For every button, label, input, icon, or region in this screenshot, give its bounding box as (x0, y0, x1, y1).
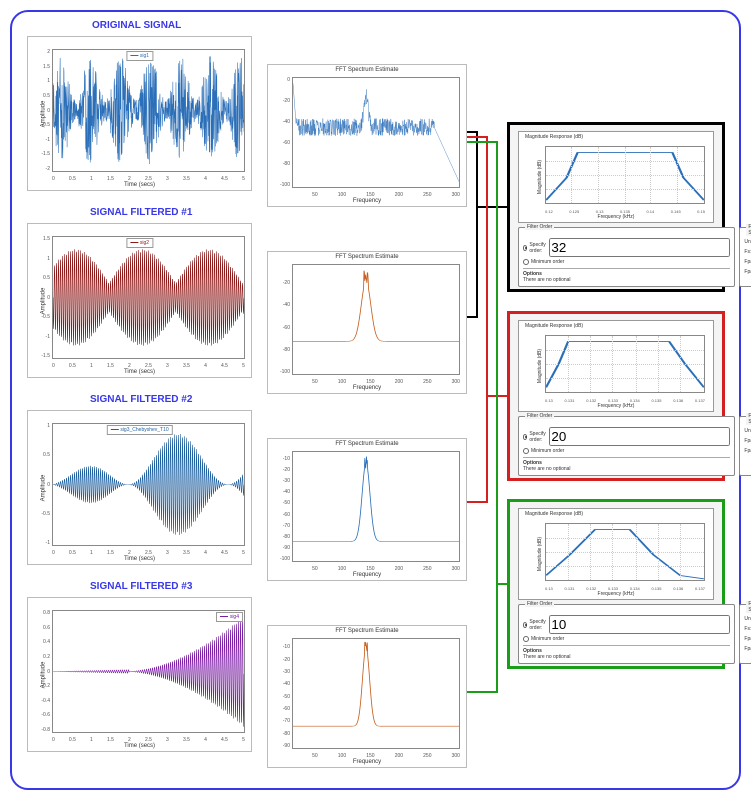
legend-filtered3: sig4 (216, 612, 243, 622)
time-plot-filtered3: sig4 Time (secs) Amplitude 00.511.522.53… (27, 597, 252, 752)
time-plot-filtered2: sig3_Chebyshev_T10 Time (secs) Amplitude… (27, 410, 252, 565)
xticks: 00.511.522.533.544.55 (52, 176, 245, 182)
title-original: ORIGINAL SIGNAL (92, 20, 181, 31)
fft-original (293, 78, 459, 187)
xlabel: Frequency (268, 198, 466, 204)
order-input[interactable] (549, 615, 730, 634)
radio-specify-order[interactable] (523, 245, 527, 251)
freq-spec-box: Frequency Specifications Units:Hz Fs: Fp… (739, 227, 751, 287)
radio-specify-order[interactable] (523, 434, 527, 440)
order-input[interactable] (549, 427, 730, 446)
legend-filtered1: sig2 (126, 238, 153, 248)
filter-box-red: Magnitude Response (dB) Magnitude (dB) F… (507, 311, 725, 481)
filter-order-box: Filter Order Specify order: Minimum orde… (518, 227, 735, 287)
yticks: 0-20-40-60-80-100 (274, 77, 290, 188)
fft-plot-filtered2: FFT Spectrum Estimate Frequency 50100150… (267, 438, 467, 581)
legend-filtered2: sig3_Chebyshev_T10 (106, 425, 172, 435)
title-filtered2: SIGNAL FILTERED #2 (90, 394, 192, 405)
main-frame: ORIGINAL SIGNAL SIGNAL FILTERED #1 SIGNA… (10, 10, 741, 790)
radio-specify-order[interactable] (523, 622, 527, 628)
order-input[interactable] (549, 238, 730, 257)
time-plot-original: sig1 Time (secs) Amplitude 00.511.522.53… (27, 36, 252, 191)
title-filtered1: SIGNAL FILTERED #1 (90, 207, 192, 218)
fft-plot-original: FFT Spectrum Estimate Frequency 50100150… (267, 64, 467, 207)
radio-minimum-order[interactable] (523, 448, 529, 454)
mag-response-panel: Magnitude Response (dB) Magnitude (dB) F… (518, 131, 714, 223)
xlabel: Time (secs) (28, 182, 251, 188)
xticks: 50100150200250300 (292, 192, 460, 198)
radio-minimum-order[interactable] (523, 259, 529, 265)
signal-original (53, 50, 244, 171)
fft-plot-filtered1: FFT Spectrum Estimate Frequency 50100150… (267, 251, 467, 394)
filter-box-black: Magnitude Response (dB) Magnitude (dB) F… (507, 122, 725, 292)
filter-box-green: Magnitude Response (dB) Magnitude (dB) F… (507, 499, 725, 669)
time-plot-filtered1: sig2 Time (secs) Amplitude 00.511.522.53… (27, 223, 252, 378)
yticks: 21.510.50-0.5-1-1.5-2 (34, 49, 50, 172)
fft-title: FFT Spectrum Estimate (268, 67, 466, 73)
fft-plot-filtered3: FFT Spectrum Estimate Frequency 50100150… (267, 625, 467, 768)
legend-original: sig1 (126, 51, 153, 61)
radio-minimum-order[interactable] (523, 636, 529, 642)
title-filtered3: SIGNAL FILTERED #3 (90, 581, 192, 592)
